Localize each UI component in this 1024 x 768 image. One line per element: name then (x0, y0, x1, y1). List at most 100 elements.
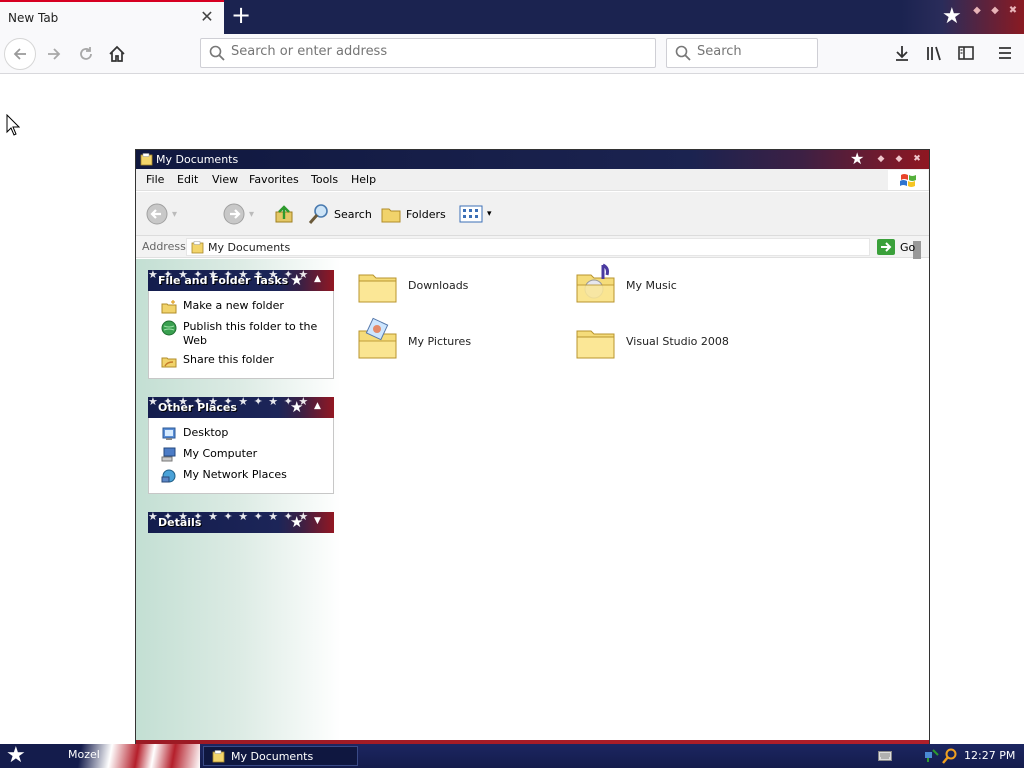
network-tray-icon[interactable] (924, 748, 940, 764)
back-arrow-icon (13, 48, 26, 60)
forward-arrow-icon (48, 48, 61, 60)
place-my-computer[interactable]: My Computer (149, 445, 333, 466)
pictures-folder-icon (358, 317, 397, 359)
home-icon (109, 45, 125, 62)
menu-edit[interactable]: Edit (177, 173, 198, 186)
downloads-button[interactable] (890, 41, 914, 65)
search-label: Search (334, 207, 372, 221)
close-window-icon[interactable]: ✖ (1006, 4, 1020, 18)
panel-header[interactable]: ★ ✦ ★ ✦ ★ ✦ ★ ✦ ★ ✦ ★ Other Places ★ ▲ (148, 397, 334, 418)
taskbar-window-button[interactable]: My Documents (203, 746, 358, 766)
tab-new-tab[interactable]: New Tab ✕ (0, 0, 224, 34)
folder-my-pictures[interactable]: My Pictures (354, 317, 554, 365)
forward-dropdown-icon[interactable]: ▾ (249, 209, 254, 220)
download-icon (896, 46, 908, 61)
hamburger-menu-icon (999, 47, 1011, 59)
other-places-panel: ★ ✦ ★ ✦ ★ ✦ ★ ✦ ★ ✦ ★ Other Places ★ ▲ D… (148, 397, 334, 494)
up-folder-icon (275, 205, 293, 223)
place-label: My Computer (183, 447, 258, 460)
up-folder-button[interactable] (273, 202, 295, 226)
folder-my-music[interactable]: My Music (572, 261, 772, 309)
panel-title: Details (158, 516, 202, 529)
search-tray-icon[interactable] (942, 748, 958, 764)
start-star-icon: ★ (6, 744, 26, 768)
library-button[interactable] (922, 41, 946, 65)
reload-button[interactable] (70, 38, 102, 70)
window-title-bar[interactable]: My Documents ★ ◆ ◆ ✖ (136, 150, 929, 169)
clock: 12:27 PM (964, 749, 1016, 762)
taskbar: ★ Mozel My Documents 12:27 PM (0, 744, 1024, 768)
my-documents-icon (212, 749, 225, 762)
url-input[interactable] (231, 44, 611, 59)
menu-favorites[interactable]: Favorites (249, 173, 299, 186)
menu-tools[interactable]: Tools (311, 173, 338, 186)
go-label: Go (900, 240, 916, 254)
minimize-icon[interactable]: ◆ (970, 4, 984, 18)
collapse-chevron-icon[interactable]: ▲ (314, 274, 321, 284)
address-field[interactable]: My Documents (186, 238, 921, 259)
folders-icon (381, 208, 401, 223)
back-button[interactable] (4, 38, 36, 70)
folder-downloads[interactable]: Downloads (354, 261, 554, 309)
maximize-icon[interactable]: ◆ (892, 152, 906, 166)
menu-view[interactable]: View (212, 173, 238, 186)
forward-button[interactable] (38, 38, 70, 70)
views-icon (459, 205, 483, 223)
panel-title: File and Folder Tasks (158, 274, 289, 287)
folder-visual-studio-2008[interactable]: Visual Studio 2008 (572, 317, 772, 365)
globe-icon (161, 320, 177, 336)
reload-icon (80, 47, 92, 60)
keyboard-icon[interactable] (878, 751, 892, 761)
library-icon (927, 46, 941, 61)
new-folder-icon (161, 300, 177, 314)
place-my-network-places[interactable]: My Network Places (149, 466, 333, 487)
back-dropdown-icon[interactable]: ▾ (172, 209, 177, 220)
tab-close-icon[interactable]: ✕ (198, 8, 216, 26)
search-icon (209, 45, 225, 61)
panel-header[interactable]: ★ ✦ ★ ✦ ★ ✦ ★ ✦ ★ ✦ ★ Details ★ ▼ (148, 512, 334, 533)
home-button[interactable] (101, 38, 133, 70)
folder-label: My Pictures (408, 334, 472, 348)
place-desktop[interactable]: Desktop (149, 424, 333, 445)
start-button[interactable]: ★ Mozel (0, 744, 200, 768)
back-button[interactable]: ▾ (146, 202, 177, 226)
place-label: My Network Places (183, 468, 287, 481)
expand-chevron-icon[interactable]: ▼ (314, 516, 321, 526)
close-window-icon[interactable]: ✖ (910, 152, 924, 166)
forward-button[interactable]: ▾ (223, 202, 254, 226)
views-button[interactable]: ▾ (459, 202, 492, 226)
theme-star-icon: ★ (290, 513, 304, 531)
task-share-folder[interactable]: Share this folder (149, 351, 333, 372)
search-icon (675, 45, 691, 61)
place-label: Desktop (183, 426, 229, 439)
menu-help[interactable]: Help (351, 173, 376, 186)
maximize-icon[interactable]: ◆ (988, 4, 1002, 18)
task-label: Share this folder (183, 353, 274, 366)
new-tab-icon[interactable]: + (229, 3, 253, 28)
details-panel: ★ ✦ ★ ✦ ★ ✦ ★ ✦ ★ ✦ ★ Details ★ ▼ (148, 512, 334, 533)
menu-button[interactable] (993, 41, 1017, 65)
task-publish-folder[interactable]: Publish this folder to the Web (149, 318, 333, 351)
minimize-icon[interactable]: ◆ (874, 152, 888, 166)
start-text: Mozel (68, 748, 100, 761)
go-button[interactable]: Go (877, 238, 915, 256)
menu-file[interactable]: File (146, 173, 164, 186)
folder-icon (576, 330, 615, 359)
theme-star-icon: ★ (850, 149, 865, 168)
search-button[interactable]: Search (308, 202, 372, 226)
task-make-new-folder[interactable]: Make a new folder (149, 297, 333, 318)
taskbar-window-label: My Documents (231, 749, 314, 763)
panel-header[interactable]: ★ ✦ ★ ✦ ★ ✦ ★ ✦ ★ ✦ ★ File and Folder Ta… (148, 270, 334, 291)
back-circle-icon (146, 203, 168, 225)
search-bar[interactable] (666, 38, 818, 68)
go-arrow-icon (877, 239, 895, 255)
window-title: My Documents (156, 153, 239, 166)
views-dropdown-icon[interactable]: ▾ (487, 209, 492, 219)
url-bar[interactable] (200, 38, 656, 68)
search-input[interactable] (697, 44, 807, 59)
sidebar-button[interactable] (954, 41, 978, 65)
collapse-chevron-icon[interactable]: ▲ (314, 401, 321, 411)
folders-button[interactable]: Folders (380, 202, 446, 226)
forward-circle-icon (223, 203, 245, 225)
music-folder-icon (576, 263, 615, 303)
